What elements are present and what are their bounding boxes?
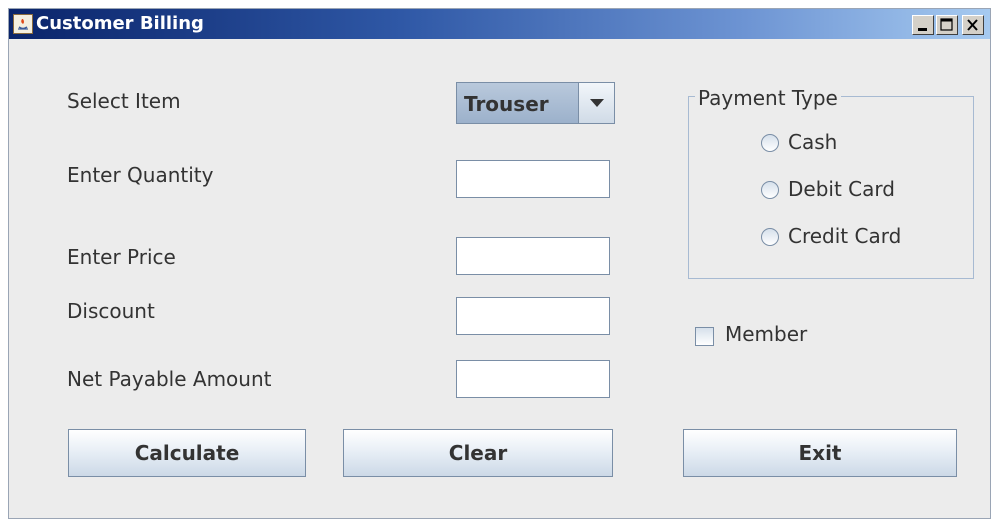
title-bar[interactable]: Customer Billing <box>9 9 990 39</box>
customer-billing-window: Customer Billing Select Item Enter Quant… <box>8 8 991 519</box>
exit-button[interactable]: Exit <box>683 429 957 477</box>
maximize-button[interactable] <box>936 15 958 35</box>
radio-credit-card-label: Credit Card <box>788 224 902 248</box>
clear-button[interactable]: Clear <box>343 429 613 477</box>
minimize-button[interactable] <box>912 15 934 35</box>
price-input[interactable] <box>456 237 610 275</box>
quantity-label: Enter Quantity <box>67 163 214 187</box>
radio-button-icon[interactable] <box>761 228 779 246</box>
net-amount-label: Net Payable Amount <box>67 367 272 391</box>
quantity-input[interactable] <box>456 160 610 198</box>
calculate-button[interactable]: Calculate <box>68 429 306 477</box>
radio-cash-label: Cash <box>788 130 838 154</box>
net-amount-input[interactable] <box>456 360 610 398</box>
chevron-down-icon <box>589 99 604 107</box>
item-select-dropdown[interactable]: Trouser <box>456 82 615 124</box>
radio-button-icon[interactable] <box>761 181 779 199</box>
close-icon <box>967 19 978 31</box>
close-button[interactable] <box>962 15 984 35</box>
select-item-label: Select Item <box>67 89 181 113</box>
java-app-icon <box>13 14 33 34</box>
maximize-icon <box>940 18 953 31</box>
discount-label: Discount <box>67 299 155 323</box>
discount-input[interactable] <box>456 297 610 335</box>
radio-debit-card-label: Debit Card <box>788 177 895 201</box>
price-label: Enter Price <box>67 245 176 269</box>
window-title: Customer Billing <box>36 13 204 34</box>
member-checkbox[interactable] <box>695 327 714 346</box>
payment-type-title: Payment Type <box>695 86 841 110</box>
minimize-icon <box>918 28 927 31</box>
radio-button-icon[interactable] <box>761 134 779 152</box>
member-label[interactable]: Member <box>725 322 807 346</box>
dropdown-arrow-button[interactable] <box>578 83 614 123</box>
item-select-value: Trouser <box>464 92 549 116</box>
